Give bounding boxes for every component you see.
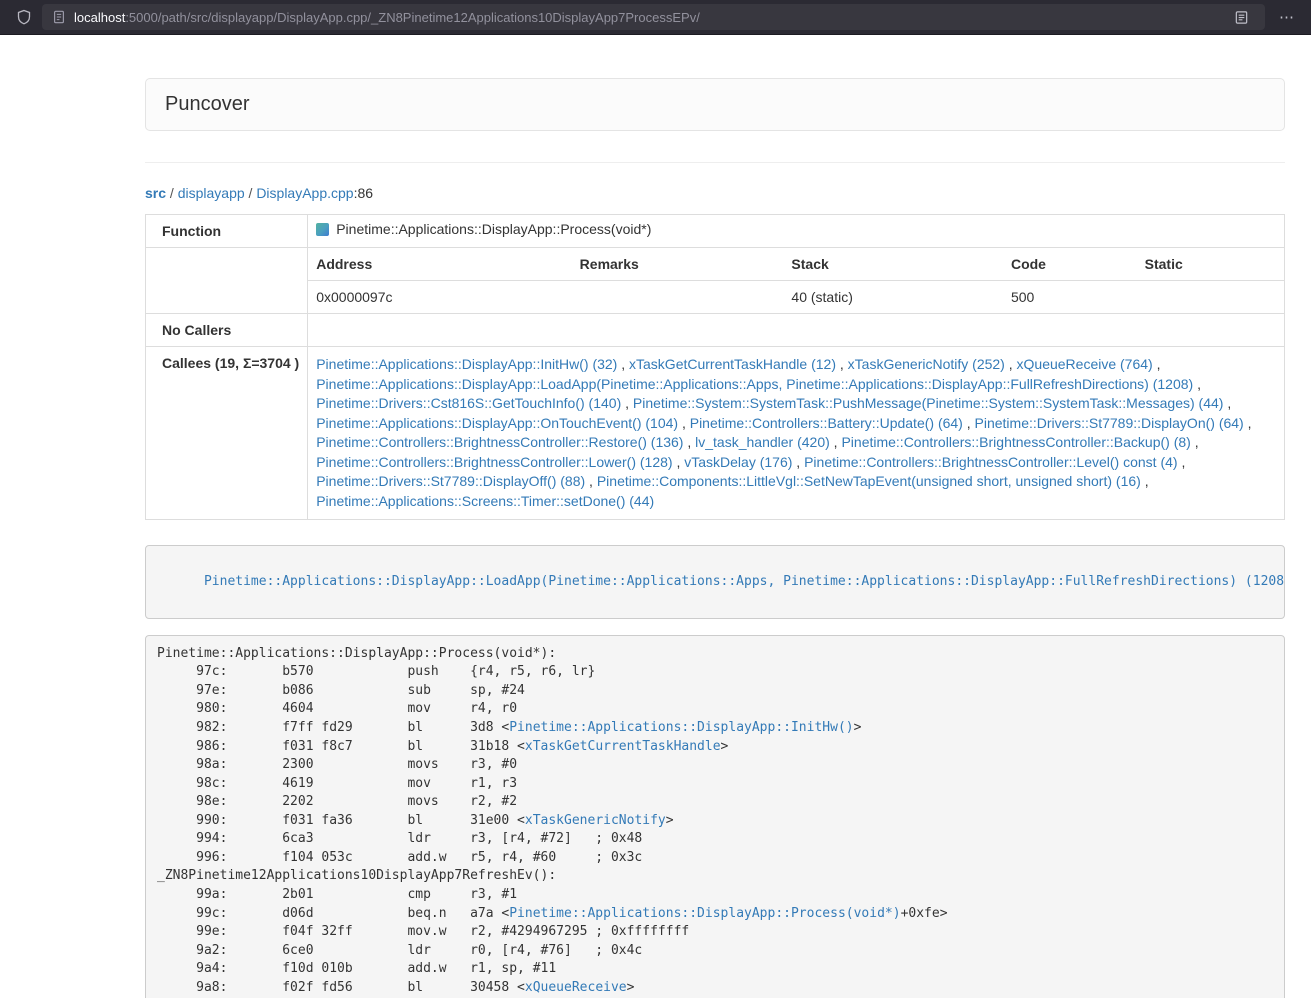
breadcrumb-separator: / — [245, 185, 257, 201]
no-callers-row: No Callers — [146, 314, 1285, 347]
callee-link[interactable]: vTaskDelay (176) — [684, 454, 792, 470]
breadcrumb-link-src[interactable]: src — [145, 185, 166, 201]
callee-link[interactable]: Pinetime::Controllers::BrightnessControl… — [841, 434, 1190, 450]
callee-link[interactable]: Pinetime::Applications::DisplayApp::Load… — [316, 376, 1193, 392]
tracking-protection-shield-icon[interactable] — [10, 4, 38, 30]
value-stack: 40 (static) — [783, 281, 1003, 314]
callee-link[interactable]: Pinetime::Components::LittleVgl::SetNewT… — [597, 473, 1141, 489]
url-host: localhost — [74, 10, 125, 25]
callee-link[interactable]: Pinetime::Applications::DisplayApp::OnTo… — [316, 415, 678, 431]
col-header-stack: Stack — [783, 248, 1003, 281]
col-header-static: Static — [1137, 248, 1284, 281]
value-code: 500 — [1003, 281, 1137, 314]
stats-header-row: Address Remarks Stack Code Static — [308, 248, 1284, 281]
callee-link[interactable]: lv_task_handler (420) — [695, 434, 830, 450]
callee-link[interactable]: xTaskGenericNotify (252) — [848, 356, 1005, 372]
more-options-icon[interactable]: ⋯ — [1273, 4, 1301, 30]
page-content: Puncover src / displayapp / DisplayApp.c… — [145, 35, 1285, 998]
breadcrumb-line-number: :86 — [354, 185, 373, 201]
value-static — [1137, 281, 1284, 314]
breadcrumb-separator: / — [166, 185, 178, 201]
function-detail-table: Function Pinetime::Applications::Display… — [145, 214, 1285, 520]
toolbar-right-group: ⋯ — [1273, 4, 1301, 30]
no-callers-label: No Callers — [146, 314, 308, 347]
col-header-remarks: Remarks — [572, 248, 784, 281]
col-header-address: Address — [308, 248, 571, 281]
callee-link[interactable]: Pinetime::Drivers::Cst816S::GetTouchInfo… — [316, 395, 621, 411]
breadcrumb: src / displayapp / DisplayApp.cpp:86 — [145, 185, 1285, 201]
code-symbol-link[interactable]: Pinetime::Applications::DisplayApp::Init… — [509, 720, 853, 735]
callee-link[interactable]: Pinetime::Controllers::BrightnessControl… — [316, 454, 672, 470]
symbol-type-icon — [316, 223, 329, 236]
site-identity-icon[interactable] — [52, 10, 66, 24]
stats-value-row: 0x0000097c 40 (static) 500 — [308, 281, 1284, 314]
callees-row: Callees (19, Σ=3704 ) Pinetime::Applicat… — [146, 347, 1285, 520]
disassembly: Pinetime::Applications::DisplayApp::Proc… — [145, 635, 1285, 998]
stats-row: Address Remarks Stack Code Static 0x0000… — [146, 248, 1285, 314]
function-label: Function — [146, 215, 308, 248]
stats-table: Address Remarks Stack Code Static 0x0000… — [308, 248, 1284, 313]
callee-link[interactable]: Pinetime::Drivers::St7789::DisplayOn() (… — [975, 415, 1244, 431]
page-title: Puncover — [165, 93, 1265, 116]
callees-label: Callees (19, Σ=3704 ) — [146, 347, 308, 520]
value-address: 0x0000097c — [308, 281, 571, 314]
callee-link[interactable]: Pinetime::Applications::DisplayApp::Init… — [316, 356, 617, 372]
stats-label-empty — [146, 248, 308, 314]
browser-window: localhost:5000/path/src/displayapp/Displ… — [0, 0, 1311, 998]
code-symbol-link[interactable]: Pinetime::Applications::DisplayApp::Proc… — [509, 906, 900, 921]
callee-link[interactable]: Pinetime::System::SystemTask::PushMessag… — [633, 395, 1224, 411]
highlighted-symbol-box: Pinetime::Applications::DisplayApp::Load… — [145, 545, 1285, 619]
highlighted-symbol-link[interactable]: Pinetime::Applications::DisplayApp::Load… — [204, 574, 1285, 589]
code-symbol-link[interactable]: xQueueReceive — [525, 980, 627, 995]
stats-table-cell: Address Remarks Stack Code Static 0x0000… — [308, 248, 1285, 314]
no-callers-cell — [308, 314, 1285, 347]
function-row: Function Pinetime::Applications::Display… — [146, 215, 1285, 248]
callee-link[interactable]: xTaskGetCurrentTaskHandle (12) — [629, 356, 836, 372]
callee-link[interactable]: Pinetime::Drivers::St7789::DisplayOff() … — [316, 473, 585, 489]
callee-link[interactable]: xQueueReceive (764) — [1017, 356, 1153, 372]
breadcrumb-link-file[interactable]: DisplayApp.cpp — [256, 185, 353, 201]
callee-link[interactable]: Pinetime::Controllers::BrightnessControl… — [316, 434, 683, 450]
header-divider — [145, 162, 1285, 163]
callee-link[interactable]: Pinetime::Applications::Screens::Timer::… — [316, 493, 654, 509]
shield-icon — [16, 9, 32, 25]
breadcrumb-link-displayapp[interactable]: displayapp — [178, 185, 245, 201]
code-symbol-link[interactable]: xTaskGenericNotify — [525, 813, 666, 828]
reader-view-icon[interactable] — [1227, 4, 1255, 30]
url-input[interactable]: localhost:5000/path/src/displayapp/Displ… — [74, 10, 1227, 25]
app-header-panel: Puncover — [145, 78, 1285, 131]
callees-list: Pinetime::Applications::DisplayApp::Init… — [308, 347, 1285, 520]
callee-link[interactable]: Pinetime::Controllers::Battery::Update()… — [690, 415, 963, 431]
code-symbol-link[interactable]: xTaskGetCurrentTaskHandle — [525, 739, 721, 754]
callee-link[interactable]: Pinetime::Controllers::BrightnessControl… — [804, 454, 1177, 470]
browser-toolbar: localhost:5000/path/src/displayapp/Displ… — [0, 0, 1311, 35]
url-path: :5000/path/src/displayapp/DisplayApp.cpp… — [125, 10, 700, 25]
url-bar[interactable]: localhost:5000/path/src/displayapp/Displ… — [42, 4, 1265, 30]
function-name-cell: Pinetime::Applications::DisplayApp::Proc… — [308, 215, 1285, 248]
function-name: Pinetime::Applications::DisplayApp::Proc… — [336, 221, 651, 237]
col-header-code: Code — [1003, 248, 1137, 281]
value-remarks — [572, 281, 784, 314]
